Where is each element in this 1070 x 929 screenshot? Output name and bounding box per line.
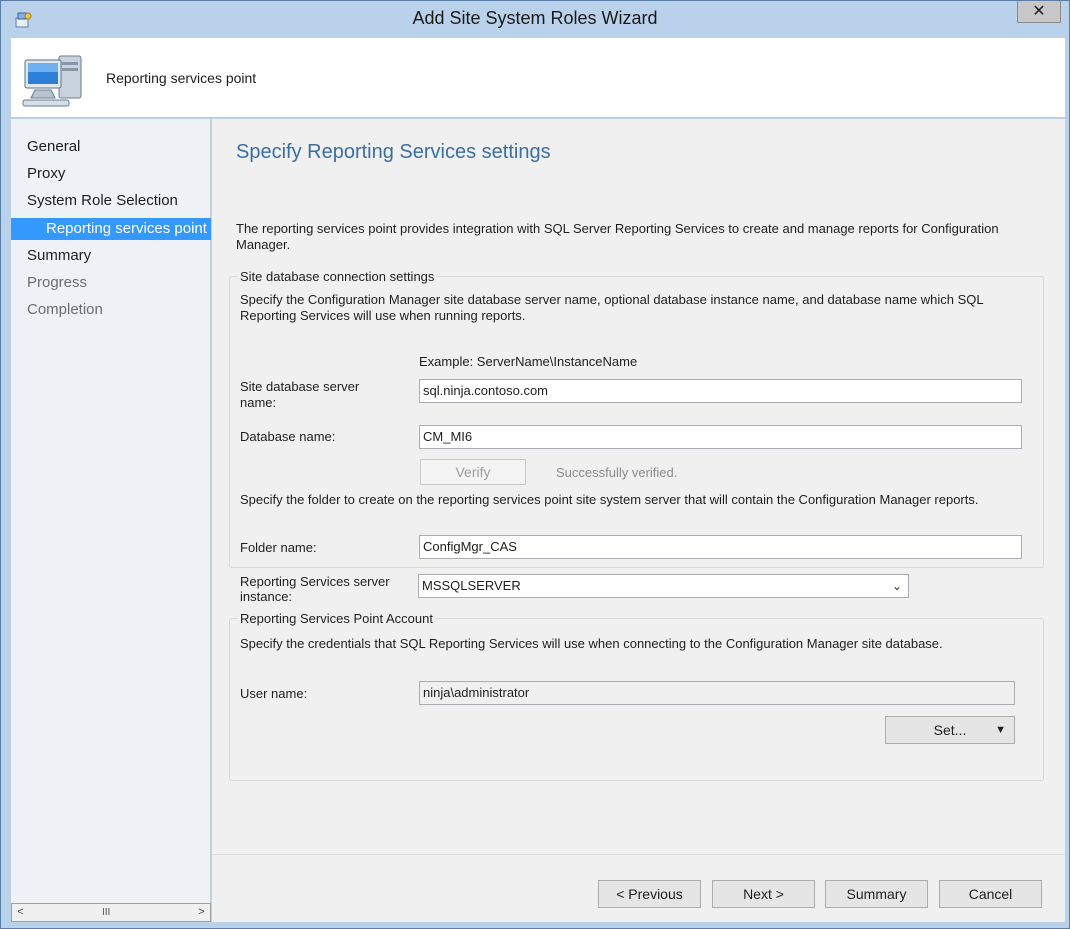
- verify-button[interactable]: Verify: [420, 459, 526, 485]
- server-instance-select[interactable]: MSSQLSERVER ⌄: [418, 574, 909, 598]
- dropdown-arrow-icon[interactable]: ▼: [995, 717, 1006, 743]
- folder-instructions: Specify the folder to create on the repo…: [240, 492, 979, 507]
- nav-item-progress: Progress: [27, 274, 88, 291]
- summary-button[interactable]: Summary: [825, 880, 928, 908]
- nav-item-general[interactable]: General: [11, 136, 211, 158]
- wizard-footer: < Previous Next > Summary Cancel: [212, 854, 1065, 922]
- nav-item-reporting-services-point[interactable]: Reporting services point: [11, 218, 211, 240]
- wizard-navigation: General Proxy System Role Selection Repo…: [11, 119, 211, 903]
- database-name-label: Database name:: [240, 429, 336, 444]
- nav-item-system-role-selection[interactable]: System Role Selection: [11, 190, 211, 212]
- close-button[interactable]: ✕: [1017, 1, 1061, 23]
- database-name-input[interactable]: CM_MI6: [419, 425, 1022, 449]
- scroll-left-icon[interactable]: <: [12, 904, 29, 921]
- server-instance-value: MSSQLSERVER: [422, 578, 521, 593]
- user-name-label: User name:: [240, 686, 308, 701]
- server-instance-label: Reporting Services server instance:: [240, 574, 390, 604]
- folder-name-input[interactable]: ConfigMgr_CAS: [419, 535, 1022, 559]
- wizard-content: Specify Reporting Services settings The …: [212, 119, 1065, 854]
- nav-item-summary[interactable]: Summary: [11, 245, 211, 267]
- previous-button[interactable]: < Previous: [598, 880, 701, 908]
- set-account-label: Set...: [933, 722, 967, 738]
- scroll-thumb-grip-icon[interactable]: III: [102, 904, 110, 921]
- server-name-input[interactable]: sql.ninja.contoso.com: [419, 379, 1022, 403]
- nav-item-proxy[interactable]: Proxy: [11, 163, 211, 185]
- window-title: Add Site System Roles Wizard: [412, 8, 658, 28]
- page-title: Specify Reporting Services settings: [236, 141, 551, 163]
- nav-item-completion: Completion: [27, 301, 103, 318]
- db-connection-instructions: Specify the Configuration Manager site d…: [240, 292, 984, 323]
- wizard-window: Add Site System Roles Wizard ✕ Reporting…: [0, 0, 1070, 929]
- user-name-input: ninja\administrator: [419, 681, 1015, 705]
- computer-icon: [22, 55, 82, 107]
- db-connection-group-label: Site database connection settings: [238, 269, 437, 284]
- folder-name-label: Folder name:: [240, 540, 317, 555]
- server-name-example: Example: ServerName\InstanceName: [419, 354, 638, 369]
- set-account-button[interactable]: Set... ▼: [885, 716, 1015, 744]
- nav-horizontal-scrollbar[interactable]: < III >: [11, 903, 211, 922]
- verify-status: Successfully verified.: [556, 465, 678, 480]
- header-page-name: Reporting services point: [106, 70, 257, 86]
- chevron-down-icon[interactable]: ⌄: [892, 575, 902, 597]
- title-bar[interactable]: Add Site System Roles Wizard ✕: [1, 1, 1069, 38]
- page-description: The reporting services point provides in…: [236, 221, 999, 252]
- account-group-label: Reporting Services Point Account: [238, 611, 435, 626]
- scroll-right-icon[interactable]: >: [193, 904, 210, 921]
- account-instructions: Specify the credentials that SQL Reporti…: [240, 636, 943, 651]
- cancel-button[interactable]: Cancel: [939, 880, 1042, 908]
- server-name-label: Site database server name:: [240, 379, 360, 410]
- wizard-header: Reporting services point: [11, 38, 1065, 118]
- next-button[interactable]: Next >: [712, 880, 815, 908]
